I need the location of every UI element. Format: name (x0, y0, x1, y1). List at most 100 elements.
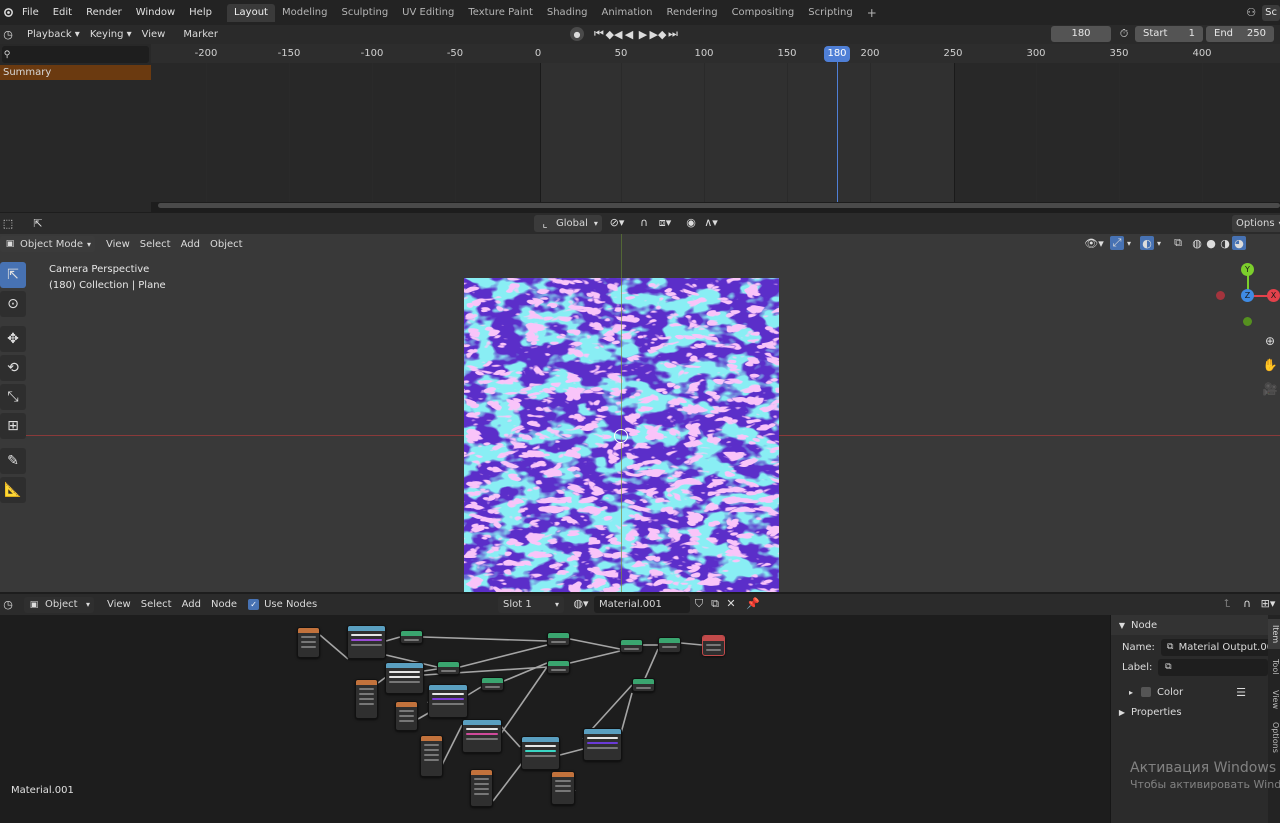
shader-node[interactable] (632, 678, 655, 692)
node-editor-canvas[interactable]: Material.001 (0, 615, 1110, 823)
shader-node[interactable] (521, 736, 560, 770)
menu-render[interactable]: Render (79, 7, 129, 18)
end-frame-field[interactable]: End 250 (1206, 26, 1274, 42)
fake-user-icon[interactable]: ⛉ (692, 597, 706, 611)
blender-logo-icon[interactable] (1, 7, 15, 18)
shader-node[interactable] (620, 639, 643, 653)
proportional-edit-icon[interactable]: ◉ (684, 216, 698, 229)
scale-tool-icon[interactable]: ⤡ (0, 384, 26, 410)
tab-sculpting[interactable]: Sculpting (334, 4, 395, 22)
cursor-tool-icon[interactable]: ⊙ (0, 291, 26, 317)
node-node-menu[interactable]: Node (206, 599, 242, 610)
snap-target-icon[interactable]: ⧈▾ (654, 216, 676, 230)
zoom-icon[interactable]: ⊕ (1262, 334, 1278, 348)
shader-node[interactable] (347, 625, 386, 659)
view-menu[interactable]: View (137, 29, 171, 40)
scene-selector[interactable]: ⚇ Sc (1240, 4, 1280, 21)
label-field[interactable]: ⧉ (1158, 658, 1268, 676)
summary-channel[interactable]: Summary (0, 65, 151, 80)
timeline-scrollbar[interactable] (158, 203, 1280, 208)
transform-tool-icon[interactable]: ⊞ (0, 413, 26, 439)
shader-node[interactable] (400, 630, 423, 644)
viewport-add-menu[interactable]: Add (176, 239, 205, 250)
tab-texture-paint[interactable]: Texture Paint (461, 4, 540, 22)
parent-node-tree-icon[interactable]: ⮤ (1220, 597, 1234, 611)
shader-node[interactable] (470, 769, 493, 807)
material-output-node[interactable] (702, 635, 725, 656)
shader-node[interactable] (297, 627, 320, 658)
object-origin-icon[interactable] (614, 429, 628, 443)
play-icon[interactable]: ▶ (636, 28, 650, 41)
visibility-icon[interactable]: 👁▾ (1082, 237, 1106, 250)
mode-selector[interactable]: ▣ Object Mode ▾ (0, 236, 96, 252)
jump-keyframe-prev-icon[interactable]: ◆◀ (606, 28, 623, 41)
falloff-icon[interactable]: ∧▾ (700, 216, 722, 229)
playhead-badge[interactable]: 180 (824, 46, 850, 62)
start-frame-field[interactable]: Start 1 (1135, 26, 1203, 42)
camera-view-icon[interactable]: 🎥 (1262, 382, 1278, 396)
shader-node[interactable] (355, 679, 378, 719)
navigation-gizmo[interactable]: Y Z X (1208, 260, 1280, 332)
sidebar-tab-view[interactable]: View (1268, 685, 1280, 713)
snap-mode-icon[interactable]: ⊞▾ (1258, 597, 1278, 610)
xray-icon[interactable]: ⧉ (1170, 236, 1186, 250)
menu-edit[interactable]: Edit (46, 7, 79, 18)
sidebar-tab-item[interactable]: Item (1268, 619, 1280, 649)
marker-menu[interactable]: Marker (178, 29, 223, 40)
node-select-menu[interactable]: Select (136, 599, 177, 610)
shader-node[interactable] (437, 661, 460, 675)
gizmo-x-handle[interactable]: X (1267, 289, 1280, 302)
sidebar-tab-tool[interactable]: Tool (1268, 653, 1280, 681)
duplicate-material-icon[interactable]: ⧉ (708, 597, 722, 611)
shader-node[interactable] (658, 637, 681, 653)
tab-uv-editing[interactable]: UV Editing (395, 4, 461, 22)
scene-name-field[interactable]: Sc (1262, 4, 1280, 21)
shader-node[interactable] (547, 632, 570, 646)
add-workspace-button[interactable]: + (860, 4, 884, 22)
viewport-select-menu[interactable]: Select (135, 239, 176, 250)
tab-scripting[interactable]: Scripting (801, 4, 859, 22)
play-reverse-icon[interactable]: ◀ (622, 28, 636, 41)
slot-selector[interactable]: Slot 1 ▾ (498, 596, 564, 613)
viewport-object-menu[interactable]: Object (205, 239, 248, 250)
tab-layout[interactable]: Layout (226, 4, 275, 22)
shader-node[interactable] (420, 735, 443, 777)
tab-compositing[interactable]: Compositing (725, 4, 802, 22)
list-icon[interactable]: ☰ (1236, 686, 1246, 699)
name-field[interactable]: ⧉ Material Output.001 (1160, 638, 1273, 656)
viewport-view-menu[interactable]: View (101, 239, 135, 250)
menu-window[interactable]: Window (129, 7, 182, 18)
keying-menu[interactable]: Keying ▾ (85, 29, 137, 40)
shader-node[interactable] (551, 771, 575, 805)
gizmo-neg-y-handle[interactable] (1243, 317, 1252, 326)
solid-shading-icon[interactable]: ● (1204, 237, 1218, 250)
material-name-field[interactable]: Material.001 (594, 596, 690, 613)
editor-type-3d-icon[interactable]: ⬚ (0, 217, 16, 230)
gizmo-y-handle[interactable]: Y (1241, 263, 1254, 276)
annotate-tool-icon[interactable]: ✎ (0, 448, 26, 474)
editor-type-clock-icon[interactable]: ◷ (0, 28, 16, 41)
shader-node[interactable] (385, 662, 424, 694)
properties-panel-header[interactable]: ▶ Properties (1111, 702, 1268, 722)
chevron-down-icon[interactable]: ▾ (1124, 239, 1134, 248)
stopwatch-icon[interactable]: ⏱ (1117, 27, 1131, 41)
gizmo-z-handle[interactable]: Z (1241, 289, 1254, 302)
rendered-shading-icon[interactable]: ◕ (1232, 236, 1246, 250)
snap-icon[interactable]: ∩ (636, 216, 652, 229)
tab-modeling[interactable]: Modeling (275, 4, 335, 22)
shader-node[interactable] (481, 677, 504, 691)
select-tool-icon[interactable]: ⇱ (28, 217, 48, 230)
tab-animation[interactable]: Animation (595, 4, 660, 22)
pin-icon[interactable]: 📌 (746, 597, 760, 610)
overlay-toggle-icon[interactable]: ◐ (1140, 236, 1154, 250)
shader-node[interactable] (583, 728, 622, 761)
current-frame-field[interactable]: 180 (1051, 26, 1111, 42)
playhead-line[interactable] (837, 58, 838, 202)
wireframe-shading-icon[interactable]: ◍ (1190, 237, 1204, 250)
jump-start-icon[interactable]: ⏮ (592, 27, 606, 41)
menu-file[interactable]: File (15, 7, 46, 18)
tab-rendering[interactable]: Rendering (659, 4, 724, 22)
channel-search[interactable]: ⚲ (2, 46, 149, 63)
tab-shading[interactable]: Shading (540, 4, 595, 22)
editor-type-node-icon[interactable]: ◷ (0, 598, 16, 611)
